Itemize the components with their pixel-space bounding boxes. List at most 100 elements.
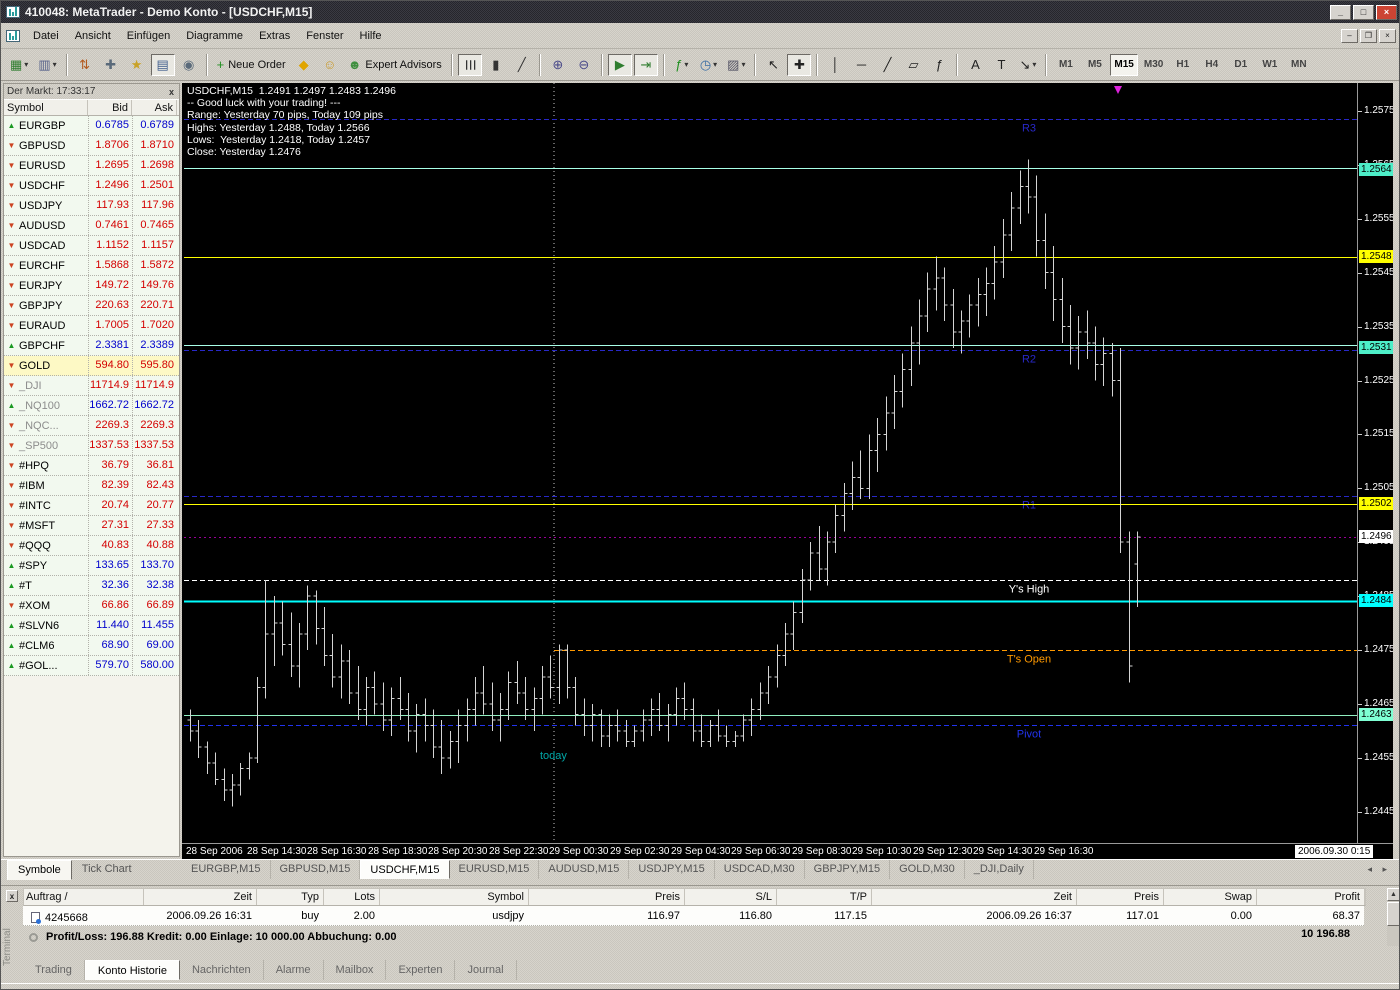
close-button[interactable]: × bbox=[1376, 4, 1397, 20]
symbol-row[interactable]: ▼ _NQC... 2269.3 2269.3 bbox=[4, 416, 179, 436]
symbol-row[interactable]: ▼ #HPQ 36.79 36.81 bbox=[4, 456, 179, 476]
mdi-minimize-button[interactable]: – bbox=[1341, 28, 1358, 43]
chart-tab-eurusdm15[interactable]: EURUSD,M15 bbox=[450, 860, 540, 879]
symbol-row[interactable]: ▼ #IBM 82.39 82.43 bbox=[4, 476, 179, 496]
column-header-ask[interactable]: Ask bbox=[132, 100, 177, 115]
chart-tab-gbpusdm15[interactable]: GBPUSD,M15 bbox=[271, 860, 361, 879]
close-icon[interactable]: x bbox=[6, 890, 18, 902]
indicators-button[interactable]: ƒ ▾ bbox=[670, 54, 694, 76]
menu-item-hilfe[interactable]: Hilfe bbox=[352, 26, 390, 46]
terminal-tab-journal[interactable]: Journal bbox=[455, 960, 517, 980]
fibonacci-button[interactable]: ƒ bbox=[927, 54, 951, 76]
timeframe-h4[interactable]: H4 bbox=[1198, 54, 1225, 76]
text-label-button[interactable]: T bbox=[989, 54, 1013, 76]
scroll-thumb[interactable] bbox=[1387, 902, 1399, 926]
new-order-button[interactable]: + Neue Order bbox=[213, 54, 290, 76]
terminal-scrollbar[interactable]: ▲ bbox=[1387, 888, 1399, 946]
timeframe-d1[interactable]: D1 bbox=[1227, 54, 1254, 76]
terminal-column-symbol-4[interactable]: Symbol bbox=[380, 889, 529, 905]
terminal-column-swap-10[interactable]: Swap bbox=[1164, 889, 1257, 905]
chart-tab-eurgbpm15[interactable]: EURGBP,M15 bbox=[182, 860, 271, 879]
terminal-tab-nachrichten[interactable]: Nachrichten bbox=[180, 960, 264, 980]
chart-tab-audusdm15[interactable]: AUDUSD,M15 bbox=[539, 860, 630, 879]
timeframe-mn[interactable]: MN bbox=[1285, 54, 1312, 76]
cursor-button[interactable]: ↖ bbox=[761, 54, 785, 76]
periods-button[interactable]: ◷ ▾ bbox=[696, 54, 721, 76]
terminal-column-lots-3[interactable]: Lots bbox=[324, 889, 380, 905]
column-header-bid[interactable]: Bid bbox=[88, 100, 132, 115]
symbol-row[interactable]: ▼ USDCAD 1.1152 1.1157 bbox=[4, 236, 179, 256]
market-watch-toggle[interactable]: ⇅ bbox=[73, 54, 97, 76]
strategy-tester-toggle[interactable]: ◉ bbox=[177, 54, 201, 76]
timeframe-m30[interactable]: M30 bbox=[1140, 54, 1167, 76]
terminal-column-typ-2[interactable]: Typ bbox=[257, 889, 324, 905]
scroll-up-icon[interactable]: ▲ bbox=[1387, 888, 1399, 901]
line-chart-button[interactable]: ╱ bbox=[510, 54, 534, 76]
chart-tab-usdcadm30[interactable]: USDCAD,M30 bbox=[715, 860, 805, 879]
timeframe-h1[interactable]: H1 bbox=[1169, 54, 1196, 76]
templates-button[interactable]: ▨ ▾ bbox=[723, 54, 749, 76]
symbol-row[interactable]: ▼ _SP500 1337.53 1337.53 bbox=[4, 436, 179, 456]
terminal-tab-trading[interactable]: Trading bbox=[23, 960, 85, 980]
zoom-in-button[interactable]: ⊕ bbox=[546, 54, 570, 76]
terminal-tab-experten[interactable]: Experten bbox=[386, 960, 456, 980]
symbol-row[interactable]: ▼ EURJPY 149.72 149.76 bbox=[4, 276, 179, 296]
terminal-column-profit-11[interactable]: Profit bbox=[1257, 889, 1365, 905]
chart-tab-usdchfm15[interactable]: USDCHF,M15 bbox=[360, 860, 450, 879]
price-axis[interactable]: 1.25751.25651.25551.25451.25351.25251.25… bbox=[1358, 83, 1395, 843]
close-icon[interactable]: x bbox=[167, 87, 176, 97]
mdi-restore-button[interactable]: ❐ bbox=[1360, 28, 1377, 43]
data-window-toggle[interactable]: ✚ bbox=[99, 54, 123, 76]
menu-item-ansicht[interactable]: Ansicht bbox=[67, 26, 119, 46]
column-header-symbol[interactable]: Symbol bbox=[4, 100, 88, 115]
symbol-row[interactable]: ▼ GBPJPY 220.63 220.71 bbox=[4, 296, 179, 316]
arrows-button[interactable]: ↘ ▾ bbox=[1015, 54, 1040, 76]
symbol-row[interactable]: ▼ EURCHF 1.5868 1.5872 bbox=[4, 256, 179, 276]
trendline-button[interactable]: ╱ bbox=[875, 54, 899, 76]
symbol-row[interactable]: ▼ _DJI 11714.9 11714.9 bbox=[4, 376, 179, 396]
price-chart[interactable]: R3 R2 R1 Y's High T's Open Pivot today bbox=[184, 83, 1357, 843]
terminal-column-auftrag-0[interactable]: Auftrag / bbox=[24, 889, 144, 905]
new-chart-button[interactable]: ▦ ▾ bbox=[6, 54, 32, 76]
terminal-column-zeit-8[interactable]: Zeit bbox=[872, 889, 1077, 905]
channel-button[interactable]: ▱ bbox=[901, 54, 925, 76]
candlestick-button[interactable]: ▮ bbox=[484, 54, 508, 76]
menu-item-fenster[interactable]: Fenster bbox=[298, 26, 351, 46]
symbol-row[interactable]: ▼ GBPUSD 1.8706 1.8710 bbox=[4, 136, 179, 156]
symbol-row[interactable]: ▼ EURAUD 1.7005 1.7020 bbox=[4, 316, 179, 336]
terminal-tab-alarme[interactable]: Alarme bbox=[264, 960, 324, 980]
symbol-row[interactable]: ▲ #T 32.36 32.38 bbox=[4, 576, 179, 596]
symbol-row[interactable]: ▼ #MSFT 27.31 27.33 bbox=[4, 516, 179, 536]
chart-shift-button[interactable]: ⇥ bbox=[633, 53, 658, 76]
terminal-column-tp-7[interactable]: T/P bbox=[777, 889, 872, 905]
symbol-row[interactable]: ▲ #CLM6 68.90 69.00 bbox=[4, 636, 179, 656]
menu-item-datei[interactable]: Datei bbox=[25, 26, 67, 46]
navigator-toggle[interactable]: ★ bbox=[125, 54, 149, 76]
chart-tab-goldm30[interactable]: GOLD,M30 bbox=[890, 860, 965, 879]
symbol-row[interactable]: ▼ USDJPY 117.93 117.96 bbox=[4, 196, 179, 216]
expert-advisors-button[interactable]: ☻ Expert Advisors bbox=[344, 54, 446, 76]
horizontal-line-button[interactable]: ─ bbox=[849, 54, 873, 76]
tab-tick-chart[interactable]: Tick Chart bbox=[72, 860, 142, 880]
menu-item-extras[interactable]: Extras bbox=[251, 26, 298, 46]
symbol-row[interactable]: ▼ #QQQ 40.83 40.88 bbox=[4, 536, 179, 556]
terminal-column-preis-9[interactable]: Preis bbox=[1077, 889, 1164, 905]
chart-tab-usdjpym15[interactable]: USDJPY,M15 bbox=[629, 860, 715, 879]
vertical-line-button[interactable]: │ bbox=[823, 54, 847, 76]
timeframe-m15[interactable]: M15 bbox=[1110, 53, 1138, 76]
terminal-column-preis-5[interactable]: Preis bbox=[529, 889, 685, 905]
timeframe-w1[interactable]: W1 bbox=[1256, 54, 1283, 76]
terminal-column-sl-6[interactable]: S/L bbox=[685, 889, 777, 905]
metaeditor-button[interactable]: ☺ bbox=[318, 54, 342, 76]
symbol-row[interactable]: ▲ #GOL... 579.70 580.00 bbox=[4, 656, 179, 676]
maximize-button[interactable]: □ bbox=[1353, 4, 1374, 20]
tab-scroll-arrows[interactable]: ◂ ▸ bbox=[1367, 860, 1399, 875]
order-row[interactable]: 4245668 2006.09.26 16:31 buy 2.00 usdjpy 116.… bbox=[23, 906, 1364, 926]
symbol-row[interactable]: ▼ #XOM 66.86 66.89 bbox=[4, 596, 179, 616]
time-axis[interactable]: 28 Sep 2006 28 Sep 14:30 28 Sep 16:30 28 Se… bbox=[182, 843, 1393, 859]
tab-symbole[interactable]: Symbole bbox=[7, 860, 72, 880]
alerts-button[interactable]: ◆ bbox=[292, 54, 316, 76]
symbol-row[interactable]: ▲ _NQ100 1662.72 1662.72 bbox=[4, 396, 179, 416]
chart-tab-djidaily[interactable]: _DJI,Daily bbox=[965, 860, 1034, 879]
symbol-row[interactable]: ▲ GBPCHF 2.3381 2.3389 bbox=[4, 336, 179, 356]
